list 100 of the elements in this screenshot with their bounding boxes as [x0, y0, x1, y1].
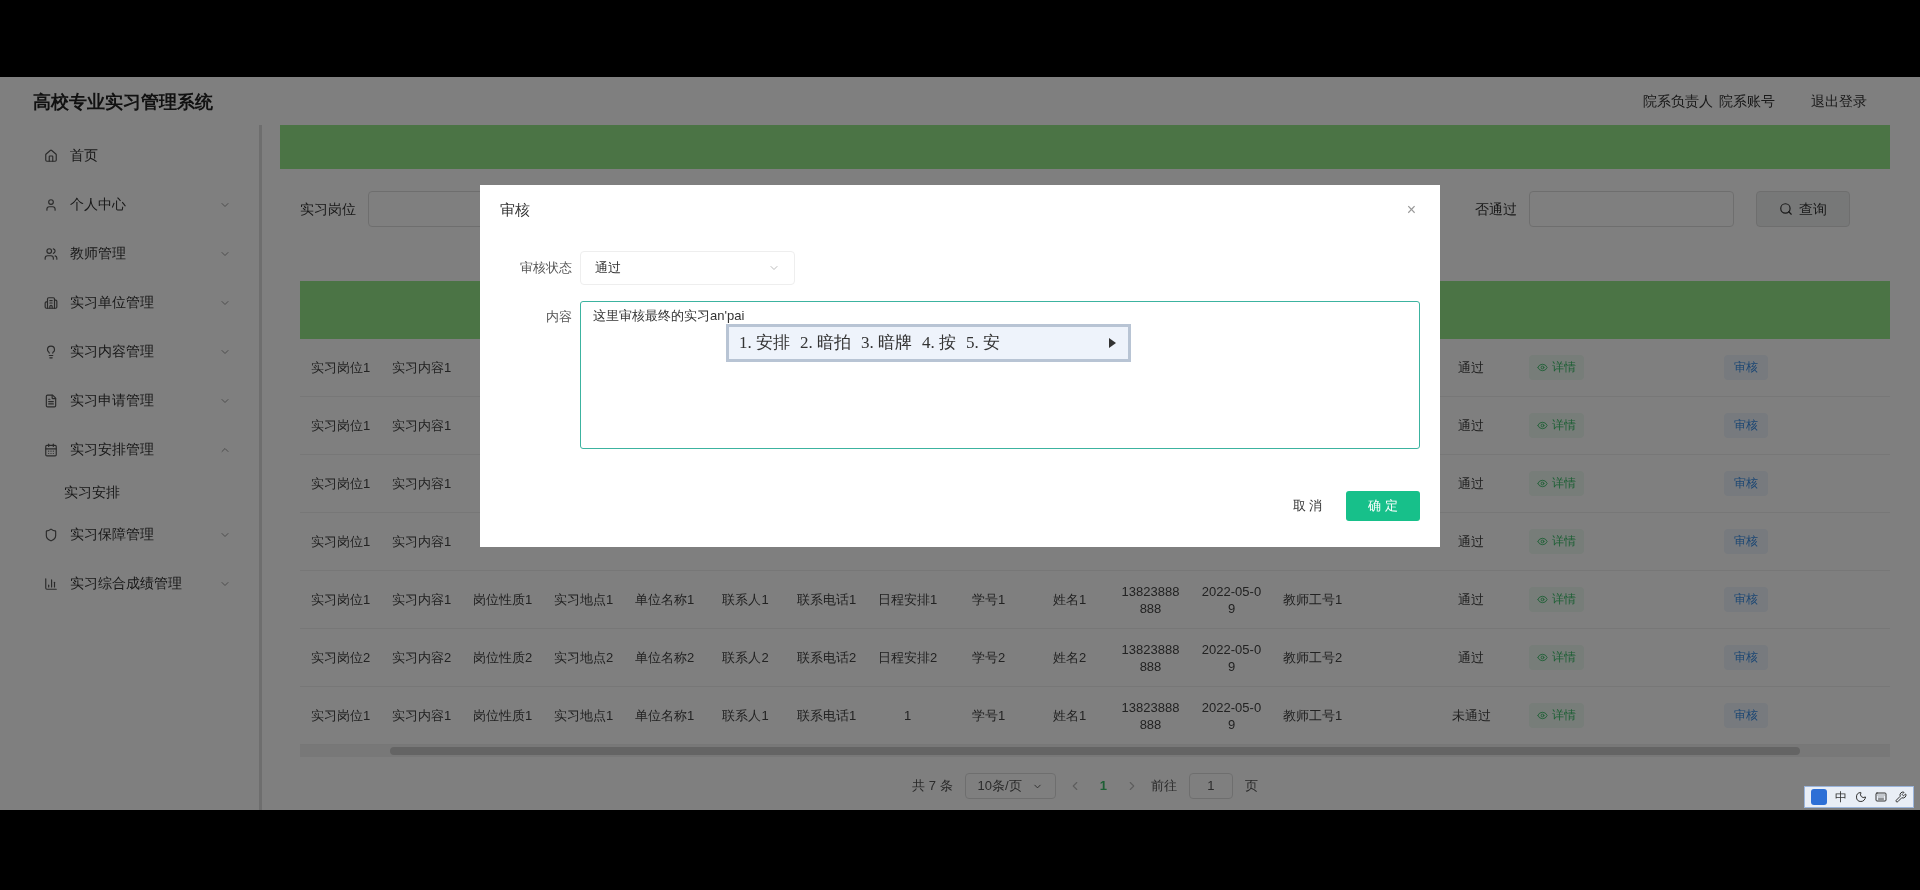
- table-cell: 实习内容2: [390, 649, 453, 666]
- menu-icon: [44, 442, 58, 457]
- status-text: 通过: [1458, 591, 1484, 608]
- table-cell-text: 学号1: [970, 707, 1007, 724]
- table-cell: 实习内容1: [390, 359, 453, 376]
- page-suffix: 页: [1244, 777, 1258, 796]
- status-select[interactable]: 通过: [580, 251, 795, 285]
- sidebar-item[interactable]: 实习申请管理: [0, 376, 259, 425]
- table-cell: 日程安排1: [876, 591, 939, 608]
- eye-icon: [1536, 420, 1548, 431]
- eye-icon: [1536, 710, 1548, 721]
- table-cell: 岗位性质1: [471, 591, 534, 608]
- table-cell: 实习内容1: [390, 591, 453, 608]
- eye-icon: [1536, 594, 1548, 605]
- page-input[interactable]: 1: [1188, 773, 1233, 799]
- table-cell: 实习内容1: [390, 707, 453, 724]
- review-button[interactable]: 审核: [1724, 355, 1768, 380]
- table-cell-text: 联系人1: [721, 591, 770, 608]
- table-cell: 岗位性质2: [471, 649, 534, 666]
- table-cell-text: 联系人1: [721, 707, 770, 724]
- table-cell-text: 姓名1: [1051, 591, 1088, 608]
- table-cell-text: 13823888888: [1120, 582, 1181, 617]
- ime-candidate[interactable]: 5. 安: [966, 330, 1000, 356]
- table-cell: 实习地点2: [552, 649, 615, 666]
- status-text: 未通过: [1451, 707, 1491, 724]
- field-label: 审核状态: [519, 259, 572, 278]
- table-cell-text: 联系人2: [721, 649, 770, 666]
- table-cell: 实习内容1: [390, 533, 453, 550]
- menu-icon: [44, 295, 58, 310]
- table-cell: 实习内容1: [390, 417, 453, 434]
- next-page-icon[interactable]: [1106, 337, 1118, 349]
- status-text: 通过: [1458, 417, 1484, 434]
- dialog-title: 审核: [500, 199, 530, 220]
- table-cell-text: 13823888888: [1120, 640, 1181, 675]
- input-mode-toggle[interactable]: 中: [1835, 788, 1847, 806]
- table-cell: 实习内容1: [390, 475, 453, 492]
- eye-icon: [1536, 536, 1548, 547]
- sidebar-item[interactable]: 实习单位管理: [0, 278, 259, 327]
- app-title: 高校专业实习管理系统: [33, 89, 213, 114]
- total-count: 共 7 条: [912, 777, 953, 796]
- table-cell-text: 姓名1: [1051, 707, 1088, 724]
- table-cell: 教师工号2: [1281, 649, 1344, 666]
- review-button[interactable]: 审核: [1724, 413, 1768, 438]
- content-textarea[interactable]: 这里审核最终的实习an'pai 1. 安排 2. 暗拍 3. 暗牌 4. 按 5. 安: [580, 301, 1420, 449]
- status-text: 通过: [1458, 475, 1484, 492]
- review-button[interactable]: 审核: [1724, 703, 1768, 728]
- table-cell: 2022-05-09: [1200, 698, 1263, 733]
- menu-icon: [44, 527, 58, 542]
- submenu-item[interactable]: 实习安排: [0, 474, 259, 510]
- table-cell: 岗位性质1: [471, 707, 534, 724]
- table-cell-text: 1: [902, 707, 913, 724]
- field-label: 否通过: [1475, 199, 1517, 219]
- keyboard-icon[interactable]: [1875, 791, 1887, 803]
- review-button[interactable]: 审核: [1724, 587, 1768, 612]
- status-text: 通过: [1458, 359, 1484, 376]
- sidebar-item[interactable]: 实习安排管理: [0, 425, 259, 474]
- table-cell: 教师工号1: [1281, 591, 1344, 608]
- sidebar-item[interactable]: 个人中心: [0, 180, 259, 229]
- sidebar-item[interactable]: 教师管理: [0, 229, 259, 278]
- table-cell: 联系电话1: [795, 707, 858, 724]
- eye-icon: [1536, 478, 1548, 489]
- table-cell-text: 13823888888: [1120, 698, 1181, 733]
- table-cell: 单位名称1: [633, 591, 696, 608]
- menu-icon: [44, 148, 58, 163]
- table-cell: 实习岗位1: [309, 475, 372, 492]
- table-cell: 实习岗位1: [309, 591, 372, 608]
- close-button[interactable]: ×: [1406, 198, 1420, 222]
- table-cell: 实习地点1: [552, 591, 615, 608]
- menu-icon: [44, 576, 58, 591]
- status-text: 通过: [1458, 533, 1484, 550]
- search-button[interactable]: 查询: [1756, 191, 1850, 227]
- wrench-icon[interactable]: [1895, 791, 1907, 803]
- table-cell: 单位名称2: [633, 649, 696, 666]
- page-size-select[interactable]: 10条/页: [964, 773, 1056, 799]
- table-cell: 实习岗位2: [309, 649, 372, 666]
- menu-icon: [44, 246, 58, 261]
- review-button[interactable]: 审核: [1724, 645, 1768, 670]
- table-cell: 实习岗位1: [309, 707, 372, 724]
- status-text: 通过: [1458, 649, 1484, 666]
- sidebar-item[interactable]: 实习保障管理: [0, 510, 259, 559]
- review-button[interactable]: 审核: [1724, 471, 1768, 496]
- table-cell: 联系电话2: [795, 649, 858, 666]
- moon-icon[interactable]: [1855, 791, 1867, 803]
- sidebar-item[interactable]: 实习综合成绩管理: [0, 559, 259, 608]
- sidebar-item[interactable]: 首页: [0, 131, 259, 180]
- ime-candidate[interactable]: 4. 按: [922, 330, 956, 356]
- ime-candidate[interactable]: 3. 暗牌: [861, 330, 912, 356]
- confirm-button[interactable]: 确 定: [1346, 491, 1420, 521]
- horizontal-scrollbar[interactable]: [300, 745, 1890, 757]
- table-cell-text: 学号1: [970, 591, 1007, 608]
- review-button[interactable]: 审核: [1724, 529, 1768, 554]
- ime-candidate[interactable]: 2. 暗拍: [800, 330, 851, 356]
- logout-link[interactable]: 退出登录: [1811, 90, 1867, 112]
- field-label: 实习岗位: [300, 199, 356, 219]
- table-cell: 单位名称1: [633, 707, 696, 724]
- menu-icon: [44, 393, 58, 408]
- ime-candidate[interactable]: 1. 安排: [739, 330, 790, 356]
- user-info: 院系负责人: [1643, 91, 1713, 111]
- sidebar-item[interactable]: 实习内容管理: [0, 327, 259, 376]
- menu-icon: [44, 344, 58, 359]
